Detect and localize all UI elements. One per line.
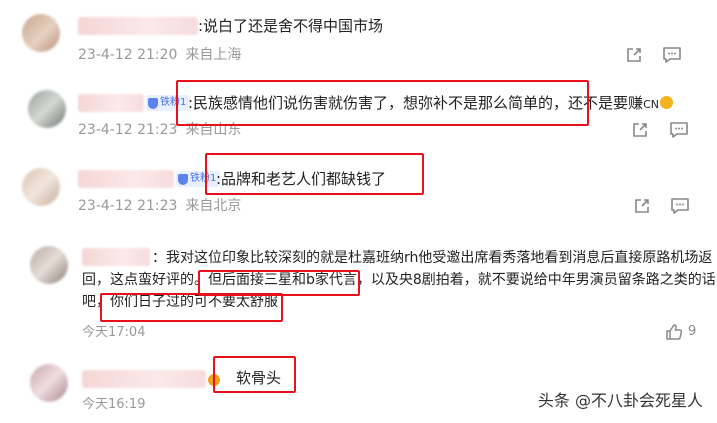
comment-location: 来自北京 [185, 198, 242, 214]
highlight-box [205, 153, 424, 195]
reply-icon [671, 198, 689, 214]
cn-suffix: CN [643, 98, 659, 111]
reply-button[interactable] [667, 118, 691, 142]
username-blurred[interactable] [78, 17, 198, 35]
text-segment: ，以及央8剧拍着，就不要说给中年男演员留条路之类的话 [356, 272, 716, 288]
share-button[interactable] [622, 43, 646, 67]
comment-1: :说白了还是舍不得中国市场 23-4-12 21:20 来自上海 [0, 0, 717, 80]
comment-meta: 23-4-12 21:23 来自北京 [78, 197, 241, 215]
comment-time: 23-4-12 21:23 [78, 122, 178, 138]
highlight-box [100, 293, 283, 322]
reply-button[interactable] [660, 43, 684, 67]
username-blurred[interactable] [78, 94, 144, 112]
comment-line-1: ：我对这位印象比较深刻的就是杜嘉班纳rh他受邀出席看秀落地看到消息后直接原路机场… [152, 250, 713, 266]
like-count: 9 [688, 324, 697, 339]
avatar[interactable] [22, 168, 60, 206]
comment-time: 今天17:04 [82, 325, 146, 340]
shield-icon [148, 97, 158, 109]
comment-line-2: 回，这点蛮好评的。但后面接三星和b家代言，以及央8剧拍着，就不要说给中年男演员留… [82, 269, 716, 291]
watermark: 头条 @不八卦会死星人 [537, 391, 703, 410]
like-button[interactable] [662, 320, 686, 344]
avatar[interactable] [30, 246, 68, 284]
comment-location: 来自上海 [185, 47, 242, 63]
reply-icon [663, 47, 681, 63]
comment-meta: 今天17:04 [82, 324, 145, 342]
avatar[interactable] [28, 90, 66, 128]
comment-meta: 23-4-12 21:20 来自上海 [78, 46, 241, 64]
shield-icon [178, 173, 188, 185]
text-segment: 回，这点蛮好评的。 [82, 272, 208, 288]
reply-icon [670, 122, 688, 138]
share-button[interactable] [628, 118, 652, 142]
share-icon [633, 123, 647, 137]
comment-time: 23-4-12 21:23 [78, 198, 178, 214]
money-bag-icon [659, 96, 673, 109]
comment-time: 今天16:19 [82, 397, 146, 412]
like-icon [666, 324, 683, 340]
username-blurred[interactable] [82, 370, 206, 388]
share-icon [627, 48, 641, 62]
highlight-box [176, 80, 589, 126]
comment-meta: 今天16:19 [82, 396, 145, 414]
reply-button[interactable] [668, 194, 692, 218]
avatar[interactable] [30, 364, 68, 402]
share-icon [635, 199, 649, 213]
avatar[interactable] [22, 14, 60, 52]
username-blurred[interactable] [78, 170, 174, 188]
share-button[interactable] [630, 194, 654, 218]
comment-text: :说白了还是舍不得中国市场 [198, 17, 384, 35]
highlight-box [213, 356, 296, 393]
comment-time: 23-4-12 21:20 [78, 47, 178, 63]
